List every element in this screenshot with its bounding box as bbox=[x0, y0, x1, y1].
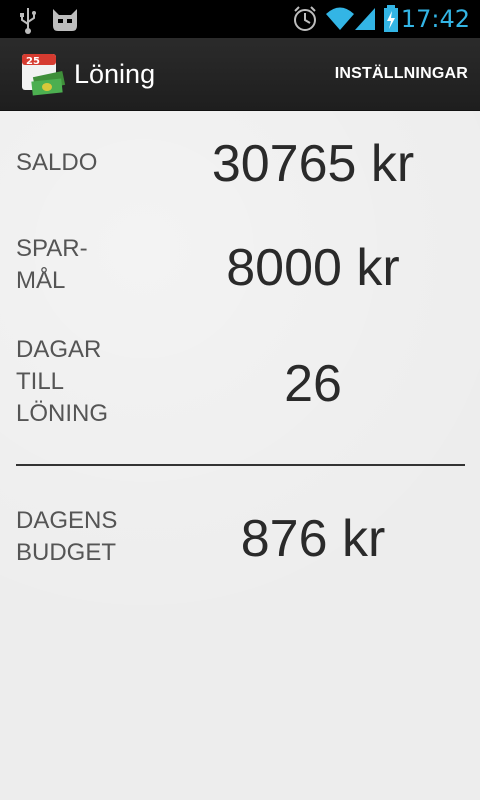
dagar-till-loning-value: 26 bbox=[284, 355, 342, 413]
dagens-budget-label: DAGENS BUDGET bbox=[16, 507, 118, 566]
signal-icon bbox=[355, 8, 375, 30]
alarm-icon bbox=[294, 6, 316, 31]
saldo-value: 30765 kr bbox=[211, 135, 415, 193]
battery-charging-icon bbox=[384, 5, 398, 32]
usb-icon bbox=[20, 8, 36, 34]
sparmal-value: 8000 kr bbox=[226, 239, 400, 297]
wifi-icon bbox=[326, 7, 354, 30]
action-bar: 25 Löning INSTÄLLNINGAR bbox=[0, 38, 480, 111]
calendar-day-text: 25 bbox=[26, 56, 40, 67]
dagens-budget-value: 876 kr bbox=[240, 510, 386, 568]
sparmal-label: SPAR- MÅL bbox=[16, 235, 88, 294]
cyanogen-cat-icon bbox=[53, 9, 77, 31]
calendar-money-icon[interactable]: 25 bbox=[20, 52, 66, 98]
status-time: 17:42 bbox=[400, 5, 470, 33]
saldo-label: SALDO bbox=[16, 149, 98, 176]
settings-button[interactable]: INSTÄLLNINGAR bbox=[335, 64, 468, 84]
dagar-till-loning-label: DAGAR TILL LÖNING bbox=[16, 336, 109, 427]
main-content: SALDO 30765 kr SPAR- MÅL 8000 kr DAGAR T… bbox=[0, 111, 480, 800]
status-bar: 17:42 bbox=[0, 0, 480, 38]
app-title: Löning bbox=[74, 59, 156, 89]
divider bbox=[16, 464, 465, 466]
